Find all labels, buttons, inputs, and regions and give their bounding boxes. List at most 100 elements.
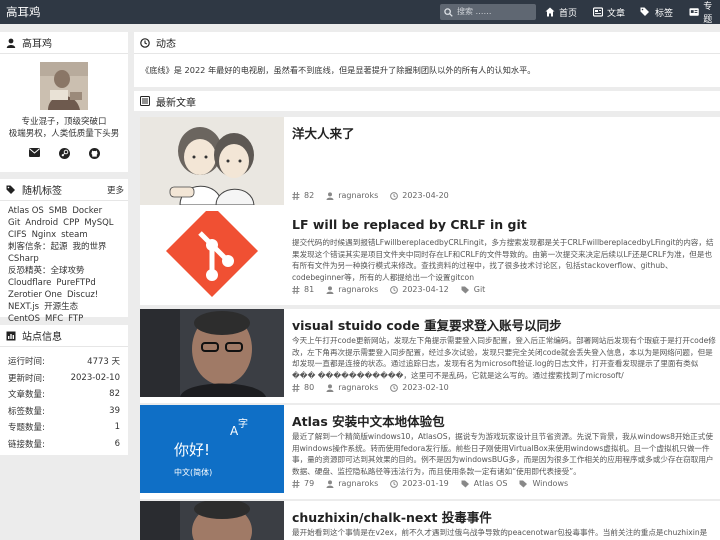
tag-link[interactable]: Git [8,217,20,229]
post-item[interactable]: chuzhixin/chalk-next 投毒事件 最开始看到这个事情是在v2e… [140,501,720,540]
email-icon[interactable] [28,148,40,157]
post-excerpt: 今天上午打开code更新网站，发现左下角提示需要登入同步配置，登入后正常编码。部… [292,336,716,380]
tag-link[interactable]: steam [61,229,87,241]
user-icon [326,383,334,392]
github-icon[interactable] [88,148,100,159]
tag-link[interactable]: MySQL [84,217,113,229]
tag-link[interactable]: Android [25,217,58,229]
post-title[interactable]: 洋大人来了 [292,123,355,142]
stat-value: 39 [109,405,120,416]
random-tags-header: 随机标签 更多 [0,179,128,201]
nav-tags[interactable]: 标签 [640,0,673,24]
article-icon [593,7,603,17]
search-icon [444,7,453,17]
svg-text:你好!: 你好! [174,441,210,459]
post-meta: 79 ragnaroks 2023-01-19 Atlas OS Windows [292,479,568,488]
post-title[interactable]: chuzhixin/chalk-next 投毒事件 [292,507,492,526]
search-box[interactable]: 搜索 …… [440,4,536,20]
site-stats: 运行时间: 4773 天更新时间: 2023-02-10 文章数量: 82 标签数量: 39… [0,347,128,458]
nav-topics[interactable]: 专题 [689,0,720,25]
stat-row: 文章数量: 82 [8,386,120,403]
tag-icon [519,480,528,487]
tag-link[interactable]: SMB [49,205,68,217]
svg-text:中文(简体): 中文(简体) [174,467,212,477]
post-thumbnail[interactable] [140,117,284,205]
random-tags-card: 随机标签 更多 Atlas OS SMB Docker Git Android CPP My… [0,179,128,336]
post-item[interactable]: visual stuido code 重复要求登入账号以同步 今天上午打开cod… [140,309,720,403]
tags-more-link[interactable]: 更多 [107,184,124,196]
post-thumbnail[interactable]: 你好! 中文(简体) 字 A [140,405,284,493]
post-excerpt: 最开始看到这个事情是在v2ex，前不久才遇到过俄乌战争导致的peacenotwa… [292,528,708,537]
site-info-header: 站点信息 [0,325,128,347]
tag-list: Atlas OS SMB Docker Git Android CPP MySQL CIFS N… [0,201,128,341]
tag-link[interactable]: Nginx [32,229,57,241]
clock-icon [390,191,399,200]
dynamic-header: 动态 [134,32,720,54]
tag-link[interactable]: PureFTPd [56,277,95,289]
tag-link[interactable]: Docker [72,205,102,217]
tag-link[interactable]: NEXT.js [8,301,39,313]
tag-icon [461,286,469,293]
topic-icon [689,8,699,16]
post-meta: 82 ragnaroks 2023-04-20 [292,191,449,200]
cartoon-thumbnail [140,117,284,205]
tag-link[interactable]: 开源生态 [44,301,78,313]
post-excerpt: 提交代码的时候遇到报错LFwillbereplacedbyCRLFingit，多… [292,238,714,282]
clock-icon [390,285,399,294]
tag-link[interactable]: CPP [63,217,79,229]
tag-icon [640,7,649,16]
profile-card: 高耳鸡 专业混子，顶级突破口 极端男权，人类低质量下头男 [0,32,128,172]
tags-icon [6,185,15,194]
post-thumbnail[interactable] [140,211,284,299]
nav-home[interactable]: 首页 [545,0,577,24]
tag-link[interactable]: Atlas OS [8,205,44,217]
stat-row: 运行时间: 4773 天 [8,353,120,370]
tag-link[interactable]: 反恐精英：全球攻势 [8,265,85,277]
site-brand[interactable]: 高耳鸡 [6,4,41,20]
tag-link[interactable]: Discuz! [67,289,98,301]
post-thumbnail[interactable] [140,501,284,540]
photo-thumbnail [140,309,284,397]
tag-link[interactable]: CSharp [8,253,39,265]
photo-thumbnail [140,501,284,540]
tag-link[interactable]: CentOS [8,313,40,325]
top-navbar: 高耳鸡 搜索 …… 首页 文章 标签 专题 [0,0,720,25]
stat-row: 专题数量: 1 [8,419,120,436]
post-title[interactable]: Atlas 安装中文本地体验包 [292,411,445,430]
tag-link[interactable]: 我的世界 [73,241,107,253]
nav-articles[interactable]: 文章 [593,0,625,24]
stat-label: 专题数量: [8,423,45,434]
tag-link[interactable]: Cloudflare [8,277,51,289]
home-icon [545,7,555,17]
clock-icon [390,383,399,392]
hash-icon [292,285,300,294]
tag-link[interactable]: CIFS [8,229,27,241]
latest-articles-header: 最新文章 [134,91,720,111]
dynamic-card: 动态 《底线》是 2022 年最好的电视剧，虽然看不到底线，但是显著提升了除握制… [134,32,720,87]
clock-icon [390,479,399,488]
git-logo-thumbnail [140,211,284,299]
post-title[interactable]: LF will be replaced by CRLF in git [292,217,527,232]
stat-value: 1 [114,422,120,433]
tag-icon [461,480,469,487]
tag-link[interactable]: Zerotier One [8,289,62,301]
post-item[interactable]: LF will be replaced by CRLF in git 提交代码的… [140,211,720,305]
post-item[interactable]: 你好! 中文(简体) 字 A Atlas 安装中文本地体验包 最近了解到一个精简… [140,405,720,499]
user-icon [6,38,16,48]
post-item[interactable]: 洋大人来了 82 ragnaroks 2023-04-20 [140,117,720,211]
search-input[interactable]: 搜索 …… [457,4,492,20]
post-title[interactable]: visual stuido code 重复要求登入账号以同步 [292,315,562,334]
language-thumbnail: 你好! 中文(简体) 字 A [140,405,284,493]
svg-text:A: A [230,424,239,438]
svg-text:字: 字 [238,417,248,430]
tag-link[interactable]: FTP [68,313,83,325]
stat-value: 4773 天 [87,357,120,368]
tag-link[interactable]: MFC [45,313,63,325]
avatar[interactable] [40,62,88,110]
profile-bio: 专业混子，顶级突破口 极端男权，人类低质量下头男 [8,117,120,139]
tag-link[interactable]: 刺客信条：起源 [8,241,68,253]
site-info-card: 站点信息 运行时间: 4773 天更新时间: 2023-02-10 文章数量: 82 标签… [0,325,128,455]
dynamic-text: 《底线》是 2022 年最好的电视剧，虽然看不到底线，但是显著提升了除握制团队以… [141,65,536,75]
steam-icon[interactable] [58,148,70,159]
post-thumbnail[interactable] [140,309,284,397]
